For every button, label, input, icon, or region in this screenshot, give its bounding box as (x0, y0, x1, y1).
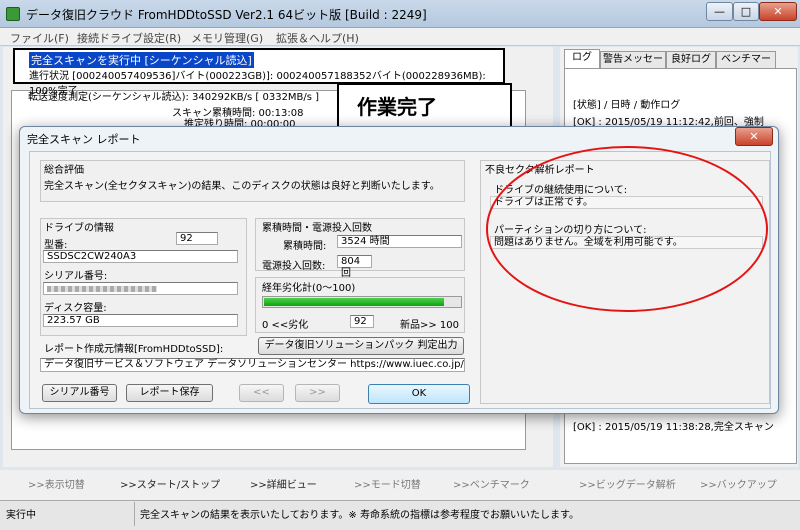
serial-label: シリアル番号: (44, 271, 108, 282)
bigdata-button[interactable]: >>ビッグデータ解析 (579, 476, 676, 491)
backup-button[interactable]: >>バックアップ (700, 476, 777, 491)
model-field: SSDSC2CW240A3 (43, 250, 238, 263)
wear-gauge (262, 296, 462, 308)
detail-view-button[interactable]: >>詳細ビュー (250, 476, 317, 491)
transfer-speed: 転送速度測定(シーケンシャル読込): 340292KB/s [ 0332MB/s… (28, 92, 320, 103)
drive-info-label: ドライブの情報 (44, 223, 114, 234)
menu-file[interactable]: ファイル(F) (10, 30, 69, 46)
scan-status: 完全スキャンを実行中 [シーケンシャル読込] (29, 52, 254, 68)
tab-warnings[interactable]: 警告メッセージ (600, 51, 666, 80)
status-divider (134, 502, 135, 526)
menu-memory[interactable]: メモリ管理(G) (191, 30, 263, 46)
serial-number-button[interactable]: シリアル番号 (42, 384, 117, 402)
overall-text: 完全スキャン(全セクタスキャン)の結果、このディスクの状態は良好と判断いたします… (44, 181, 440, 192)
model-label: 型番: (44, 240, 68, 251)
dialog-title: 完全スキャン レポート (27, 133, 141, 146)
wear-value-field: 92 (350, 315, 374, 328)
serial-field (43, 282, 238, 295)
tab-good-log[interactable]: 良好ログ (666, 51, 716, 68)
menu-bar: ファイル(F) 接続ドライブ設定(R) メモリ管理(G) 拡張＆ヘルプ(H) (0, 28, 800, 46)
done-label: 作業完了 (357, 95, 437, 119)
tab-log[interactable]: ログ (564, 49, 600, 68)
mode-switch-button[interactable]: >>モード切替 (354, 476, 421, 491)
progress-box: 完全スキャンを実行中 [シーケンシャル読込] 進行状況 [00024005740… (13, 48, 505, 97)
window-title: データ復旧クラウド FromHDDtoSSD Ver2.1 64ビット版 [Bu… (26, 8, 427, 22)
wear-gauge-fill (264, 298, 444, 306)
prev-button[interactable]: << (239, 384, 284, 402)
overall-label: 総合評価 (44, 165, 84, 176)
menu-drive-settings[interactable]: 接続ドライブ設定(R) (77, 30, 181, 46)
log-entry: [OK] : 2015/05/19 11:38:28,完全スキャン (573, 422, 774, 433)
log-header: [状態] / 日時 / 動作ログ (573, 100, 681, 111)
minimize-button[interactable]: — (706, 2, 733, 21)
cumulative-hours-label: 累積時間: (283, 241, 327, 252)
wear-max-label: 新品>> 100 (400, 320, 460, 331)
hours-label: 累積時間・電源投入回数 (262, 223, 372, 234)
wear-label: 経年劣化計(0〜100) (262, 283, 356, 294)
wear-min-label: 0 <<劣化 (262, 320, 309, 331)
judgment-output-button[interactable]: データ復旧ソリューションパック 判定出力 (258, 337, 464, 355)
maximize-button[interactable]: □ (733, 2, 759, 21)
cumulative-hours-field: 3524 時間 (337, 235, 462, 248)
next-button[interactable]: >> (295, 384, 340, 402)
tab-benchmark[interactable]: ベンチマーク (716, 51, 776, 80)
power-count-field: 804 回 (337, 255, 372, 279)
annotation-circle (486, 146, 768, 312)
status-message: 完全スキャンの結果を表示いたしております。※ 寿命系統の指標は参考程度でお願いい… (140, 510, 579, 521)
blurred-serial (47, 286, 157, 292)
capacity-field: 223.57 GB (43, 314, 238, 327)
close-button[interactable]: ✕ (759, 2, 797, 21)
report-source-label: レポート作成元情報[FromHDDtoSSD]: (44, 344, 224, 355)
report-source-field: データ復旧サービス＆ソフトウェア データソリューションセンター https://… (40, 358, 465, 372)
title-bar: データ復旧クラウド FromHDDtoSSD Ver2.1 64ビット版 [Bu… (0, 0, 800, 28)
dialog-close-button[interactable]: ✕ (735, 127, 773, 146)
capacity-label: ディスク容量: (44, 303, 107, 314)
app-icon (6, 7, 20, 21)
toggle-view-button[interactable]: >>表示切替 (28, 476, 85, 491)
model-number-field: 92 (176, 232, 218, 245)
status-state: 実行中 (6, 510, 36, 521)
power-count-label: 電源投入回数: (262, 261, 326, 272)
ok-button[interactable]: OK (368, 384, 470, 404)
start-stop-button[interactable]: >>スタート/ストップ (120, 476, 220, 491)
save-report-button[interactable]: レポート保存 (126, 384, 213, 402)
menu-help[interactable]: 拡張＆ヘルプ(H) (276, 30, 359, 46)
benchmark-button[interactable]: >>ベンチマーク (453, 476, 530, 491)
